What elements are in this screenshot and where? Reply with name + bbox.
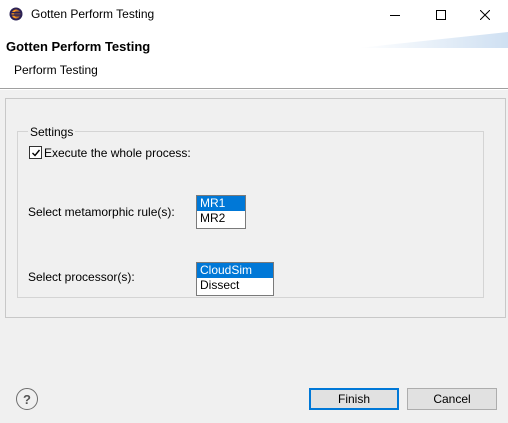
finish-button[interactable]: Finish [309,388,399,410]
window-title: Gotten Perform Testing [31,7,155,21]
help-icon: ? [23,391,31,407]
wizard-header: Gotten Perform Testing Perform Testing [0,30,508,88]
maximize-icon [436,10,446,20]
page-title: Gotten Perform Testing [6,39,151,54]
metamorphic-rule-list[interactable]: MR1 MR2 [196,195,246,229]
checkmark-icon [31,149,40,157]
eclipse-icon [9,7,23,21]
banner-decoration [358,32,508,48]
list-item[interactable]: MR1 [197,196,245,211]
close-icon [480,10,490,20]
page-subtitle: Perform Testing [14,63,98,77]
title-bar: Gotten Perform Testing [0,0,508,30]
processor-list[interactable]: CloudSim Dissect [196,262,274,296]
processor-label: Select processor(s): [28,270,135,284]
list-item[interactable]: CloudSim [197,263,273,278]
execute-whole-process-checkbox[interactable] [29,146,42,159]
settings-group-label: Settings [28,125,76,139]
cancel-button[interactable]: Cancel [407,388,497,410]
list-item[interactable]: MR2 [197,211,245,226]
list-item[interactable]: Dissect [197,278,273,293]
minimize-button[interactable] [372,0,418,30]
close-button[interactable] [462,0,508,30]
execute-whole-process-label[interactable]: Execute the whole process: [44,146,191,160]
minimize-icon [390,15,400,16]
metamorphic-rule-label: Select metamorphic rule(s): [28,205,175,219]
maximize-button[interactable] [418,0,464,30]
help-button[interactable]: ? [16,388,38,410]
